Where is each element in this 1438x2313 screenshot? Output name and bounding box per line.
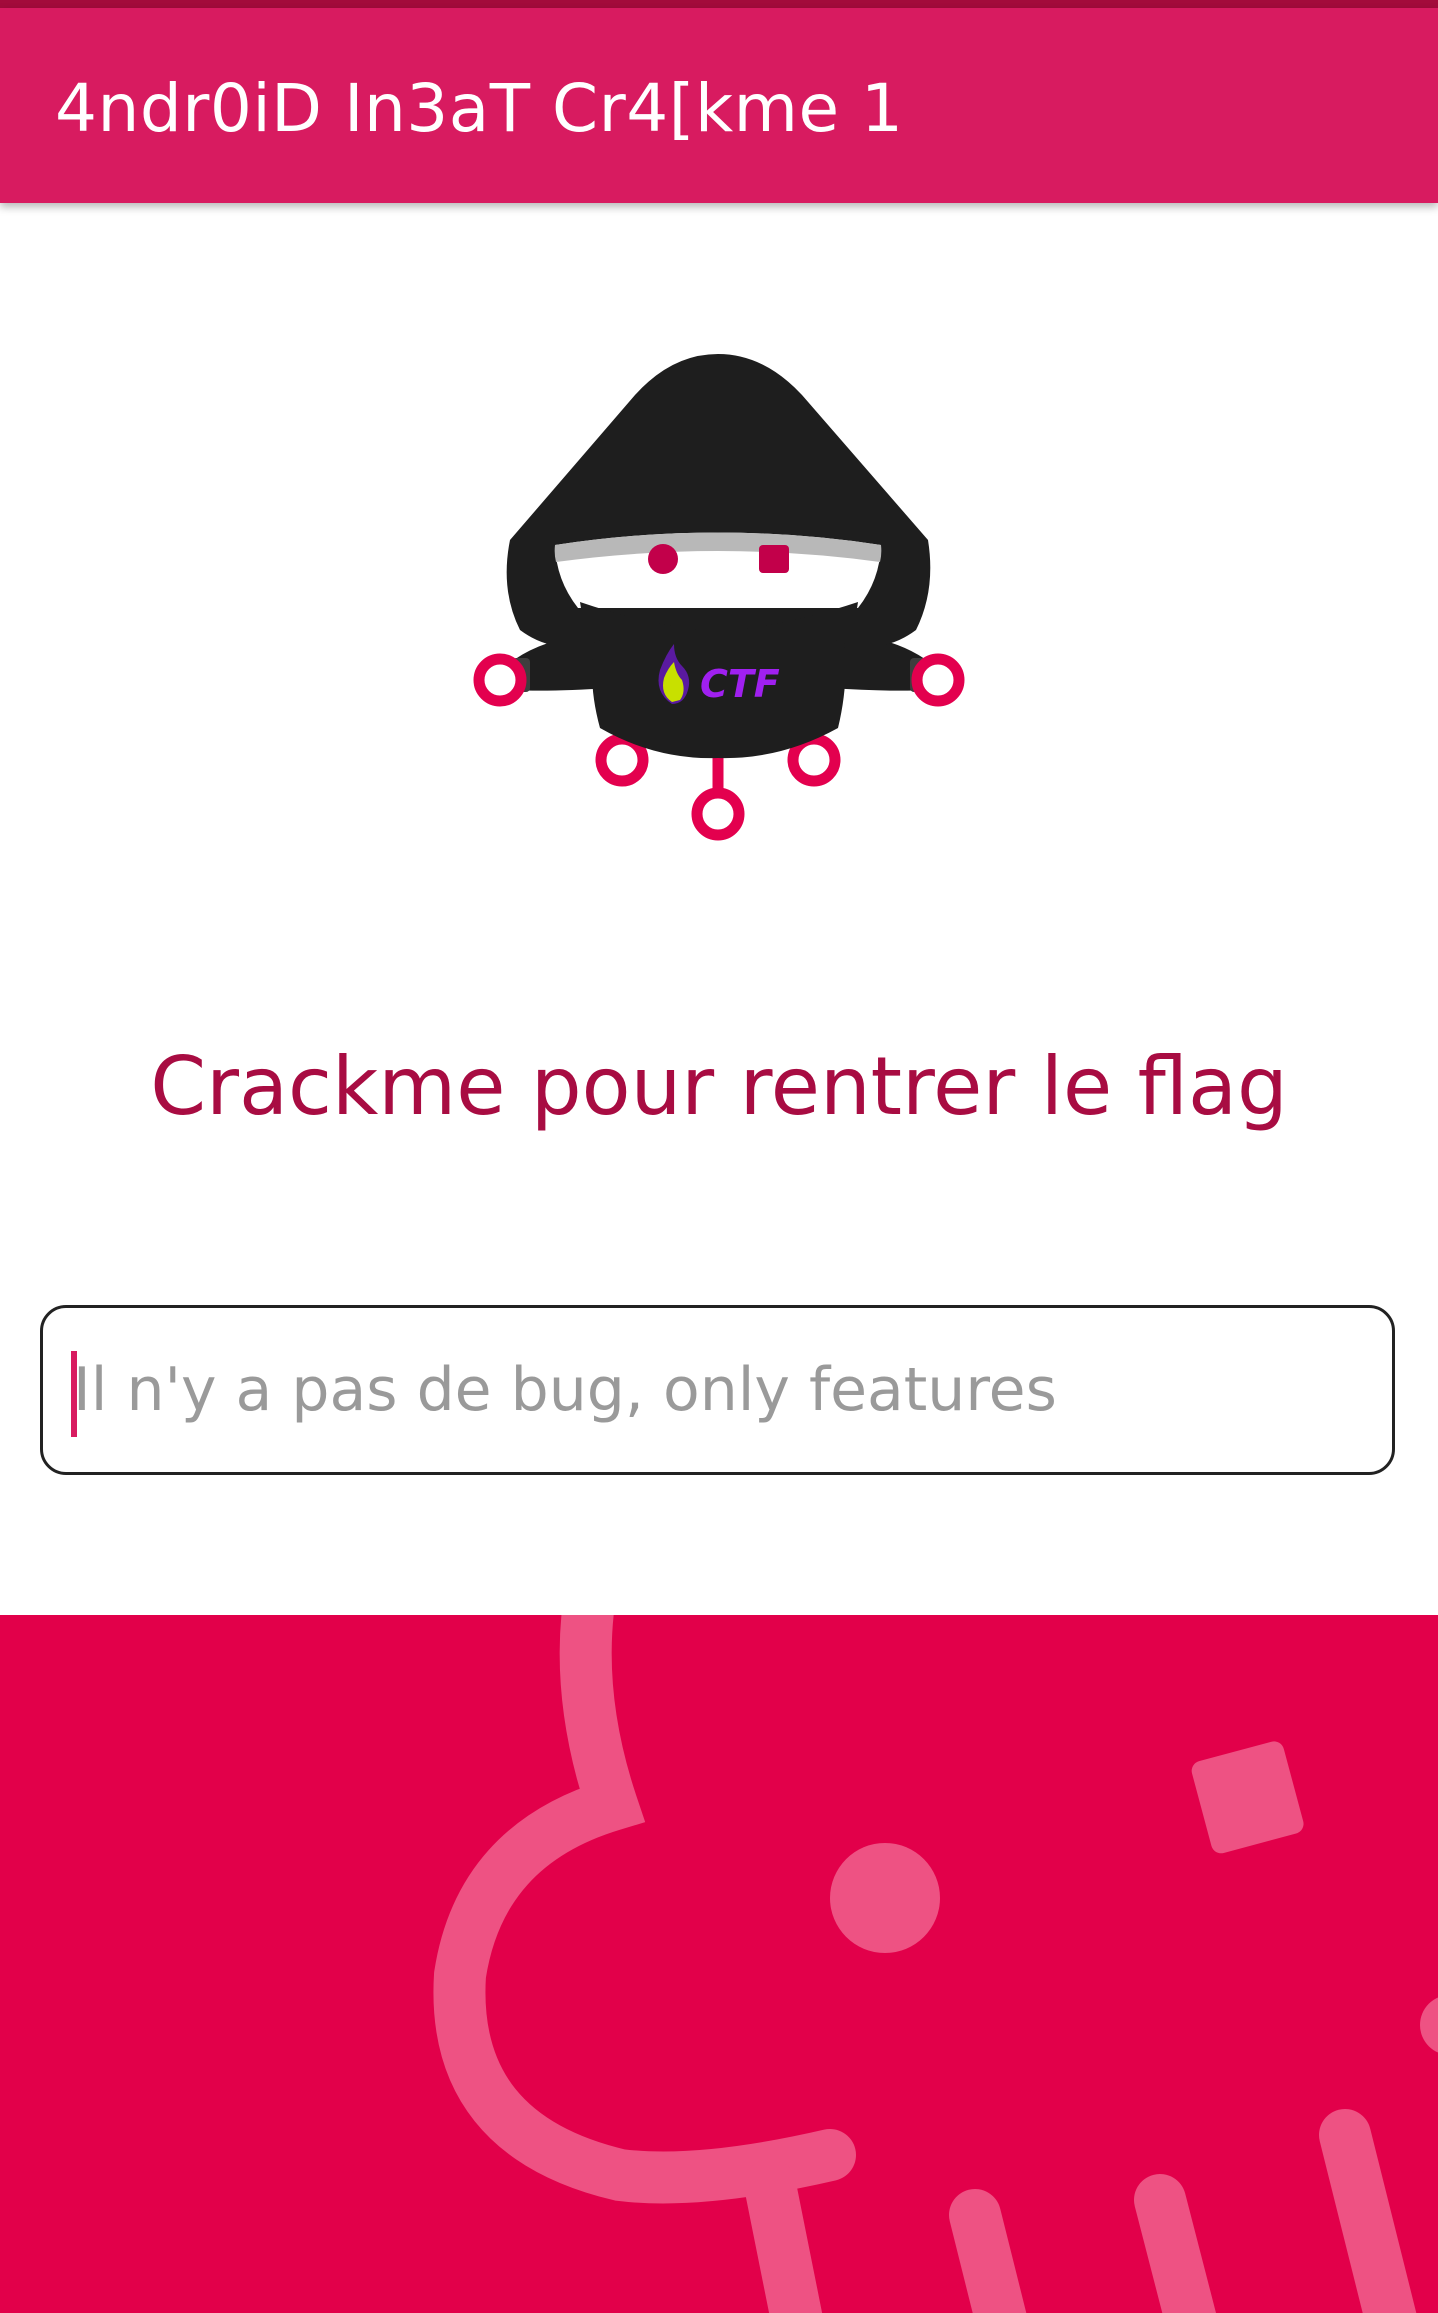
hooded-hacker-ctf-logo-icon: CTF [460, 340, 980, 860]
app-bar: 4ndr0iD In3aT Cr4[kme 1 [0, 8, 1438, 203]
flag-input[interactable] [73, 1308, 1363, 1472]
crackme-screen: 4ndr0iD In3aT Cr4[kme 1 CTF Crackme pour… [0, 0, 1438, 2313]
decorative-mascot-illustration-icon [433, 1615, 1438, 2313]
page-headline: Crackme pour rentrer le flag [150, 1040, 1288, 1133]
flag-input-container[interactable] [40, 1305, 1395, 1475]
app-title: 4ndr0iD In3aT Cr4[kme 1 [55, 70, 904, 147]
ctf-badge-text: CTF [700, 662, 780, 706]
status-bar-strip [0, 0, 1438, 8]
decorative-banner [0, 1615, 1438, 2313]
